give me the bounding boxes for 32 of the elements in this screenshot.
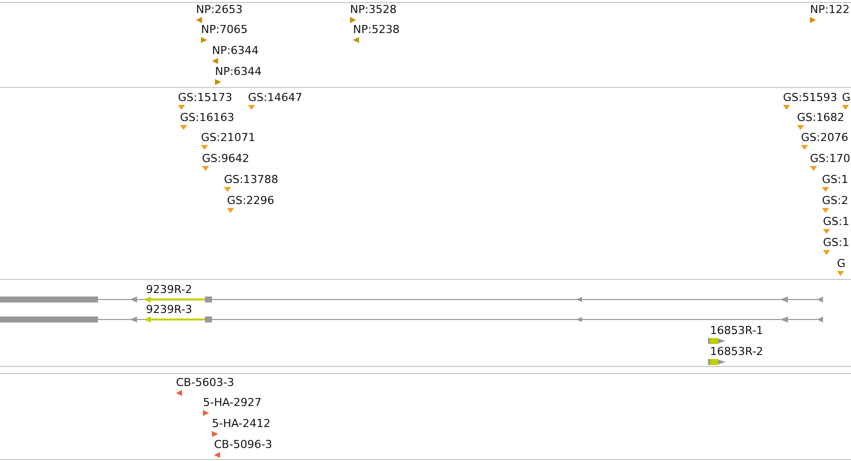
feature-label: NP:2653 [196, 3, 243, 16]
feature-label: GS:1 [823, 236, 850, 249]
feature-label: 9239R-3 [146, 303, 192, 316]
feature-label: NP:6344 [215, 65, 262, 78]
feature-label: GS:15173 [178, 91, 232, 104]
feature-label: NP:5238 [353, 23, 400, 36]
feature-label: GS:51593 [783, 91, 838, 104]
feature-label: GS:21071 [201, 131, 256, 144]
feature-label: GS:2296 [227, 194, 274, 207]
feature-label: CB-5603-3 [176, 376, 234, 389]
feature-label: NP:122 [810, 3, 850, 16]
feature-label: 16853R-2 [710, 345, 764, 358]
feature-label: 16853R-1 [710, 324, 764, 337]
feature-label: 5-HA-2412 [212, 417, 270, 430]
feature-label: GS:14647 [248, 91, 302, 104]
feature-label: G [837, 257, 846, 270]
feature-label: GS:1682 [797, 111, 844, 124]
feature-label: NP:6344 [212, 44, 259, 57]
feature-label: G [842, 91, 851, 104]
feature-label: 9239R-2 [146, 283, 192, 296]
feature-label: 5-HA-2927 [203, 396, 262, 409]
feature-label: GS:1 [823, 215, 850, 228]
feature-label: NP:7065 [201, 23, 248, 36]
feature-label: GS:9642 [202, 152, 250, 165]
feature-label: NP:3528 [350, 3, 397, 16]
feature-label: GS:170 [810, 152, 850, 165]
feature-label: GS:2076 [801, 131, 848, 144]
feature-label: GS:2 [822, 194, 848, 207]
feature-label: GS:16163 [180, 111, 234, 124]
feature-label: GS:1 [822, 173, 848, 186]
feature-label: CB-5096-3 [214, 438, 272, 451]
feature-label: GS:13788 [224, 173, 278, 186]
